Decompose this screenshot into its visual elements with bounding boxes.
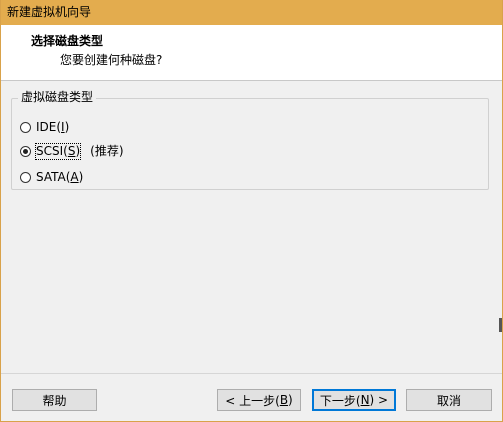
resize-grip[interactable] [499,318,502,332]
radio-scsi-circle[interactable] [20,145,31,157]
wizard-footer: 帮助 < 上一步(B) 下一步(N) > 取消 [1,373,502,421]
disk-type-groupbox: 虚拟磁盘类型 IDE(I) SCSI(S) (推荐) SATA(A) [11,90,489,190]
next-button[interactable]: 下一步(N) > [312,389,396,411]
wizard-body: 虚拟磁盘类型 IDE(I) SCSI(S) (推荐) SATA(A) [1,81,502,373]
radio-ide-label[interactable]: IDE(I) [36,120,69,135]
radio-scsi-label[interactable]: SCSI(S) [34,142,82,160]
radio-scsi[interactable]: SCSI(S) (推荐) [20,142,124,160]
window-title: 新建虚拟机向导 [7,5,92,19]
new-vm-wizard-window: 新建虚拟机向导 选择磁盘类型 您要创建何种磁盘? 虚拟磁盘类型 IDE(I) S… [0,0,503,422]
help-button[interactable]: 帮助 [12,389,97,411]
title-bar[interactable]: 新建虚拟机向导 [1,0,502,25]
radio-sata-label[interactable]: SATA(A) [36,170,83,185]
radio-ide[interactable]: IDE(I) [20,119,69,135]
page-subtitle: 您要创建何种磁盘? [60,53,163,67]
page-title: 选择磁盘类型 [31,34,104,48]
back-button[interactable]: < 上一步(B) [217,389,301,411]
radio-ide-circle[interactable] [20,121,31,133]
radio-sata[interactable]: SATA(A) [20,169,83,185]
cancel-button[interactable]: 取消 [406,389,492,411]
wizard-header: 选择磁盘类型 您要创建何种磁盘? [1,25,502,81]
radio-scsi-recommended-note: (推荐) [90,143,124,158]
groupbox-legend: 虚拟磁盘类型 [18,90,97,105]
radio-sata-circle[interactable] [20,171,31,183]
